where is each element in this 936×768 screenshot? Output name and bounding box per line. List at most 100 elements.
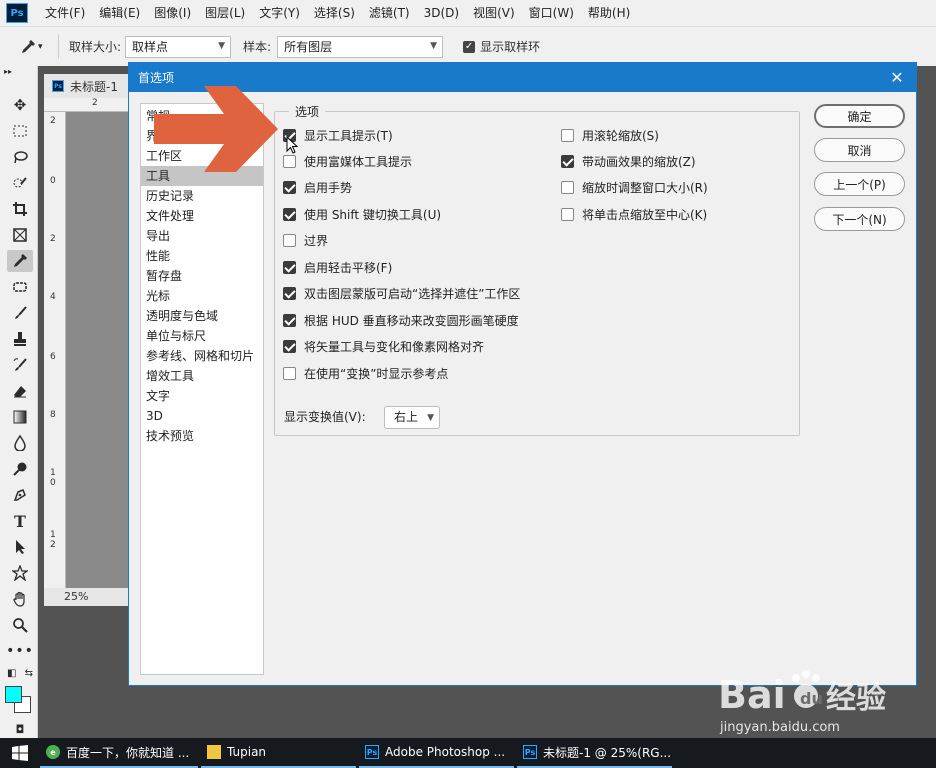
marquee-tool-icon[interactable] [7, 120, 33, 142]
menu-3d[interactable]: 3D(D) [417, 0, 466, 26]
category-guides-grid[interactable]: 参考线、网格和切片 [141, 346, 263, 366]
overscroll-option[interactable]: 过界 [283, 231, 328, 249]
category-scratch-disks[interactable]: 暂存盘 [141, 266, 263, 286]
category-tech-preview[interactable]: 技术预览 [141, 426, 263, 446]
next-button[interactable]: 下一个(N) [814, 207, 905, 231]
checkbox[interactable] [283, 313, 296, 327]
category-file-handling[interactable]: 文件处理 [141, 206, 263, 226]
sample-select[interactable]: 所有图层 ▼ [277, 35, 444, 58]
hud-hardness-option[interactable]: 根据 HUD 垂直移动来改变圆形画笔硬度 [283, 311, 519, 329]
quick-select-tool-icon[interactable] [7, 172, 33, 194]
zoom-level[interactable]: 25% [44, 588, 128, 606]
checkbox[interactable] [283, 339, 296, 353]
frame-tool-icon[interactable] [7, 224, 33, 246]
blur-tool-icon[interactable] [7, 432, 33, 454]
category-export[interactable]: 导出 [141, 226, 263, 246]
menu-filter[interactable]: 滤镜(T) [362, 0, 417, 26]
hand-tool-icon[interactable] [7, 588, 33, 610]
checkbox[interactable] [561, 154, 574, 168]
pen-tool-icon[interactable] [7, 484, 33, 506]
menu-image[interactable]: 图像(I) [147, 0, 198, 26]
default-colors-icon[interactable]: ◧ [7, 668, 16, 679]
foreground-color-swatch[interactable] [5, 686, 22, 703]
swap-colors-icon[interactable]: ◧ ⇆ [7, 666, 33, 680]
previous-button[interactable]: 上一个(P) [814, 172, 905, 196]
cancel-button[interactable]: 取消 [814, 138, 905, 162]
select-mask-option[interactable]: 双击图层蒙版可启动“选择并遮住”工作区 [283, 284, 520, 302]
zoom-clicked-point-option[interactable]: 将单击点缩放至中心(K) [561, 205, 707, 223]
checkbox[interactable] [283, 180, 296, 194]
taskbar-item-folder[interactable]: Tupian [201, 738, 356, 768]
category-history[interactable]: 历史记录 [141, 186, 263, 206]
show-ring-checkbox[interactable]: ✓ 显示取样环 [463, 38, 540, 55]
checkbox[interactable] [283, 286, 296, 300]
menu-help[interactable]: 帮助(H) [581, 0, 637, 26]
zoom-tool-icon[interactable] [7, 614, 33, 636]
swap-arrow-icon[interactable]: ⇆ [25, 668, 33, 679]
brush-tool-icon[interactable] [7, 302, 33, 324]
eyedropper-tool-icon[interactable] [7, 250, 33, 272]
rich-tooltips-option[interactable]: 使用富媒体工具提示 [283, 152, 412, 170]
taskbar-item-photoshop[interactable]: Ps Adobe Photoshop ... [359, 738, 514, 768]
category-transparency[interactable]: 透明度与色域 [141, 306, 263, 326]
checkbox[interactable] [283, 154, 296, 168]
menu-view[interactable]: 视图(V) [466, 0, 522, 26]
checkbox[interactable] [283, 366, 296, 380]
menu-layer[interactable]: 图层(L) [198, 0, 252, 26]
collapse-icon[interactable]: ▸▸ [4, 66, 30, 76]
scroll-zoom-option[interactable]: 用滚轮缩放(S) [561, 126, 659, 144]
photoshop-logo-icon[interactable]: Ps [6, 3, 28, 23]
dodge-tool-icon[interactable] [7, 458, 33, 480]
document-tab[interactable]: Ps 未标题-1 [44, 74, 134, 98]
custom-shape-tool-icon[interactable] [7, 562, 33, 584]
animated-zoom-option[interactable]: 带动画效果的缩放(Z) [561, 152, 696, 170]
gestures-option[interactable]: 启用手势 [283, 178, 352, 196]
option-label: 过界 [304, 233, 329, 248]
clone-stamp-tool-icon[interactable] [7, 328, 33, 350]
category-plugins[interactable]: 增效工具 [141, 366, 263, 386]
healing-brush-tool-icon[interactable] [7, 276, 33, 298]
checkbox[interactable] [283, 207, 296, 221]
sample-size-select[interactable]: 取样点 ▼ [125, 35, 232, 58]
windows-start-icon[interactable] [0, 738, 40, 768]
checkbox[interactable] [283, 233, 296, 247]
ok-button[interactable]: 确定 [814, 104, 905, 128]
category-list: 常规 界面 工作区 工具 历史记录 文件处理 导出 性能 暂存盘 光标 透明度与… [140, 103, 264, 675]
checkbox[interactable] [283, 260, 296, 274]
crop-tool-icon[interactable] [7, 198, 33, 220]
move-tool-icon[interactable]: ✥ [7, 94, 33, 116]
taskbar-item-document[interactable]: Ps 未标题-1 @ 25%(RG... [517, 738, 672, 768]
category-cursors[interactable]: 光标 [141, 286, 263, 306]
menu-window[interactable]: 窗口(W) [522, 0, 581, 26]
taskbar-item-browser[interactable]: e 百度一下，你就知道 ... [40, 738, 198, 768]
category-units-rulers[interactable]: 单位与标尺 [141, 326, 263, 346]
flick-panning-option[interactable]: 启用轻击平移(F) [283, 258, 392, 276]
checkbox[interactable] [561, 180, 574, 194]
category-type[interactable]: 文字 [141, 386, 263, 406]
menu-file[interactable]: 文件(F) [38, 0, 92, 26]
lasso-tool-icon[interactable] [7, 146, 33, 168]
quick-mask-icon[interactable]: ◘ [7, 722, 33, 736]
transform-values-select[interactable]: 右上 ▼ [384, 406, 440, 429]
snap-vector-option[interactable]: 将矢量工具与变化和像素网格对齐 [283, 337, 484, 355]
menu-edit[interactable]: 编辑(E) [92, 0, 147, 26]
menu-select[interactable]: 选择(S) [307, 0, 362, 26]
type-tool-icon[interactable]: T [7, 510, 33, 532]
eyedropper-preset-icon[interactable]: ▾ [20, 39, 50, 55]
checkbox[interactable] [561, 128, 574, 142]
zoom-resize-windows-option[interactable]: 缩放时调整窗口大小(R) [561, 178, 708, 196]
path-selection-tool-icon[interactable] [7, 536, 33, 558]
show-tooltips-option[interactable]: 显示工具提示(T) [283, 126, 393, 144]
category-performance[interactable]: 性能 [141, 246, 263, 266]
shift-switch-option[interactable]: 使用 Shift 键切换工具(U) [283, 205, 441, 223]
close-icon[interactable]: ✕ [886, 66, 908, 88]
more-tools-icon[interactable]: ••• [6, 640, 33, 662]
history-brush-tool-icon[interactable] [7, 354, 33, 376]
reference-point-option[interactable]: 在使用“变换”时显示参考点 [283, 364, 448, 382]
checkbox[interactable] [561, 207, 574, 221]
menu-type[interactable]: 文字(Y) [252, 0, 307, 26]
mouse-cursor-icon [286, 136, 298, 154]
gradient-tool-icon[interactable] [7, 406, 33, 428]
category-3d[interactable]: 3D [141, 406, 263, 426]
eraser-tool-icon[interactable] [7, 380, 33, 402]
